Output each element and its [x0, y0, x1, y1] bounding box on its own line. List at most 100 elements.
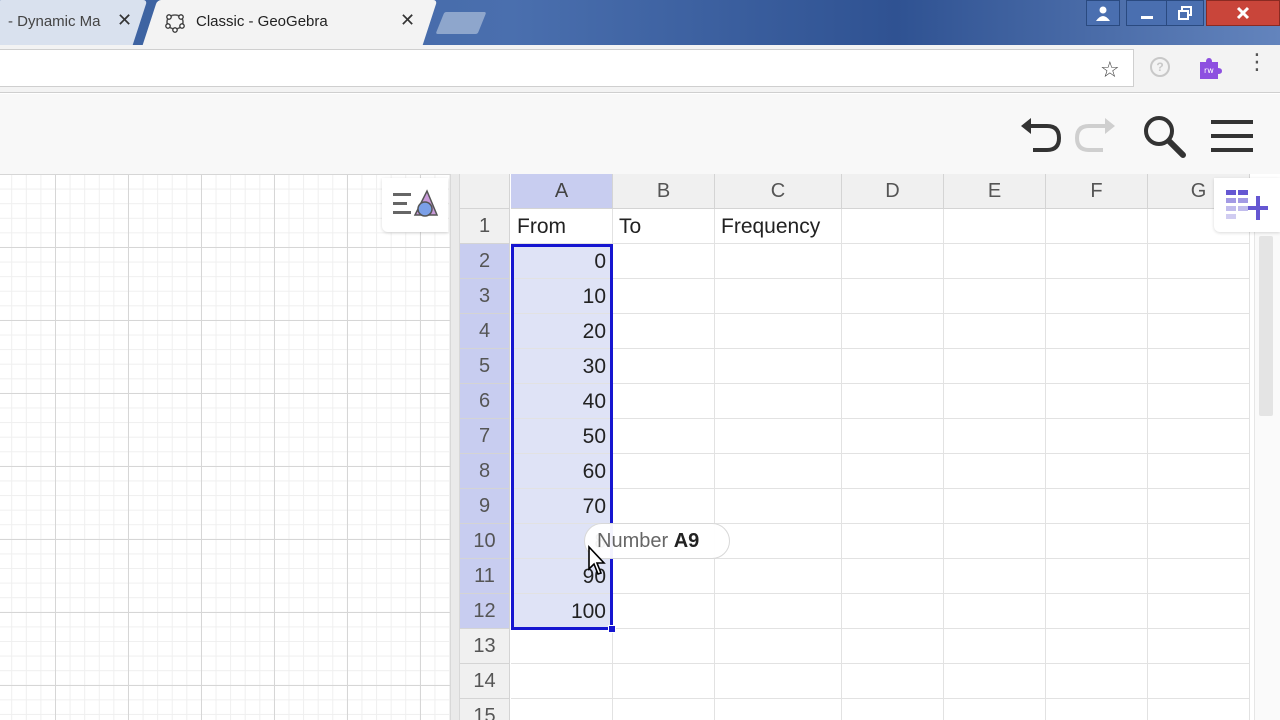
cell-c15[interactable] — [715, 699, 842, 720]
cell-e7[interactable] — [944, 419, 1046, 454]
cell-c9[interactable] — [715, 489, 842, 524]
cell-f6[interactable] — [1046, 384, 1148, 419]
cell-f7[interactable] — [1046, 419, 1148, 454]
cell-a3[interactable]: 10 — [511, 279, 613, 314]
cell-b11[interactable] — [613, 559, 715, 594]
cell-a5[interactable]: 30 — [511, 349, 613, 384]
row-header[interactable]: 15 — [460, 699, 510, 720]
cell-g12[interactable] — [1148, 594, 1250, 629]
cell-b9[interactable] — [613, 489, 715, 524]
cell-c4[interactable] — [715, 314, 842, 349]
cell-e12[interactable] — [944, 594, 1046, 629]
cell-c6[interactable] — [715, 384, 842, 419]
cell-a13[interactable] — [511, 629, 613, 664]
column-header-e[interactable]: E — [944, 174, 1046, 209]
cell-b7[interactable] — [613, 419, 715, 454]
cell-g2[interactable] — [1148, 244, 1250, 279]
cell-b3[interactable] — [613, 279, 715, 314]
cell-b2[interactable] — [613, 244, 715, 279]
row-header[interactable]: 6 — [460, 384, 510, 419]
cell-d12[interactable] — [842, 594, 944, 629]
cell-e10[interactable] — [944, 524, 1046, 559]
column-header-d[interactable]: D — [842, 174, 944, 209]
cell-d13[interactable] — [842, 629, 944, 664]
spreadsheet-corner[interactable] — [460, 174, 510, 209]
cell-b13[interactable] — [613, 629, 715, 664]
cell-e15[interactable] — [944, 699, 1046, 720]
bookmark-star-icon[interactable]: ☆ — [1100, 57, 1120, 83]
cell-c2[interactable] — [715, 244, 842, 279]
cell-d14[interactable] — [842, 664, 944, 699]
extension-puzzle-icon[interactable]: rw — [1196, 55, 1222, 81]
cell-f10[interactable] — [1046, 524, 1148, 559]
fill-handle[interactable] — [608, 625, 616, 633]
column-header-b[interactable]: B — [613, 174, 715, 209]
cell-b5[interactable] — [613, 349, 715, 384]
column-header-c[interactable]: C — [715, 174, 842, 209]
row-header[interactable]: 8 — [460, 454, 510, 489]
column-header-a[interactable]: A — [511, 174, 613, 209]
cell-a1[interactable]: From — [511, 209, 613, 244]
cell-e5[interactable] — [944, 349, 1046, 384]
row-header[interactable]: 2 — [460, 244, 510, 279]
cell-c11[interactable] — [715, 559, 842, 594]
new-tab-button[interactable] — [435, 12, 487, 34]
view-divider[interactable] — [450, 174, 460, 720]
column-header-f[interactable]: F — [1046, 174, 1148, 209]
cell-d5[interactable] — [842, 349, 944, 384]
cell-d15[interactable] — [842, 699, 944, 720]
cell-c1[interactable]: Frequency — [715, 209, 842, 244]
browser-tab-geogebra[interactable]: Classic - GeoGebra ✕ — [142, 0, 438, 45]
cell-e13[interactable] — [944, 629, 1046, 664]
cell-e9[interactable] — [944, 489, 1046, 524]
cell-a12[interactable]: 100 — [511, 594, 613, 629]
window-close-button[interactable] — [1206, 0, 1280, 26]
row-header[interactable]: 3 — [460, 279, 510, 314]
cell-e2[interactable] — [944, 244, 1046, 279]
browser-menu-icon[interactable]: ⋮ — [1246, 51, 1268, 73]
cell-c13[interactable] — [715, 629, 842, 664]
cell-e11[interactable] — [944, 559, 1046, 594]
row-header[interactable]: 5 — [460, 349, 510, 384]
cell-g8[interactable] — [1148, 454, 1250, 489]
cell-g15[interactable] — [1148, 699, 1250, 720]
cell-g6[interactable] — [1148, 384, 1250, 419]
cell-f8[interactable] — [1046, 454, 1148, 489]
cell-g3[interactable] — [1148, 279, 1250, 314]
row-header[interactable]: 1 — [460, 209, 510, 244]
row-header[interactable]: 7 — [460, 419, 510, 454]
cell-d8[interactable] — [842, 454, 944, 489]
cell-e8[interactable] — [944, 454, 1046, 489]
cell-f15[interactable] — [1046, 699, 1148, 720]
browser-tab-dynamic[interactable]: - Dynamic Ma ✕ — [0, 0, 148, 45]
row-header[interactable]: 14 — [460, 664, 510, 699]
cell-g7[interactable] — [1148, 419, 1250, 454]
spreadsheet-view[interactable]: ABCDEFG 1 From To Frequency 2 0 3 10 4 20 5 30 6 40 7 5… — [460, 174, 1280, 720]
row-header[interactable]: 11 — [460, 559, 510, 594]
cell-f13[interactable] — [1046, 629, 1148, 664]
row-header[interactable]: 4 — [460, 314, 510, 349]
graphics-view[interactable] — [0, 174, 450, 720]
cell-f4[interactable] — [1046, 314, 1148, 349]
cell-d11[interactable] — [842, 559, 944, 594]
cell-b1[interactable]: To — [613, 209, 715, 244]
cell-f5[interactable] — [1046, 349, 1148, 384]
cell-d6[interactable] — [842, 384, 944, 419]
minimize-button[interactable] — [1126, 0, 1168, 26]
cell-c3[interactable] — [715, 279, 842, 314]
cell-c10[interactable] — [715, 524, 842, 559]
cell-b12[interactable] — [613, 594, 715, 629]
cell-e3[interactable] — [944, 279, 1046, 314]
cell-a7[interactable]: 50 — [511, 419, 613, 454]
close-tab-icon[interactable]: ✕ — [400, 10, 415, 31]
address-bar[interactable] — [0, 49, 1134, 87]
close-tab-icon[interactable]: ✕ — [117, 10, 132, 31]
cell-f2[interactable] — [1046, 244, 1148, 279]
cell-a4[interactable]: 20 — [511, 314, 613, 349]
cell-d1[interactable] — [842, 209, 944, 244]
cell-g11[interactable] — [1148, 559, 1250, 594]
cell-e1[interactable] — [944, 209, 1046, 244]
cell-d9[interactable] — [842, 489, 944, 524]
cell-d10[interactable] — [842, 524, 944, 559]
cell-b8[interactable] — [613, 454, 715, 489]
